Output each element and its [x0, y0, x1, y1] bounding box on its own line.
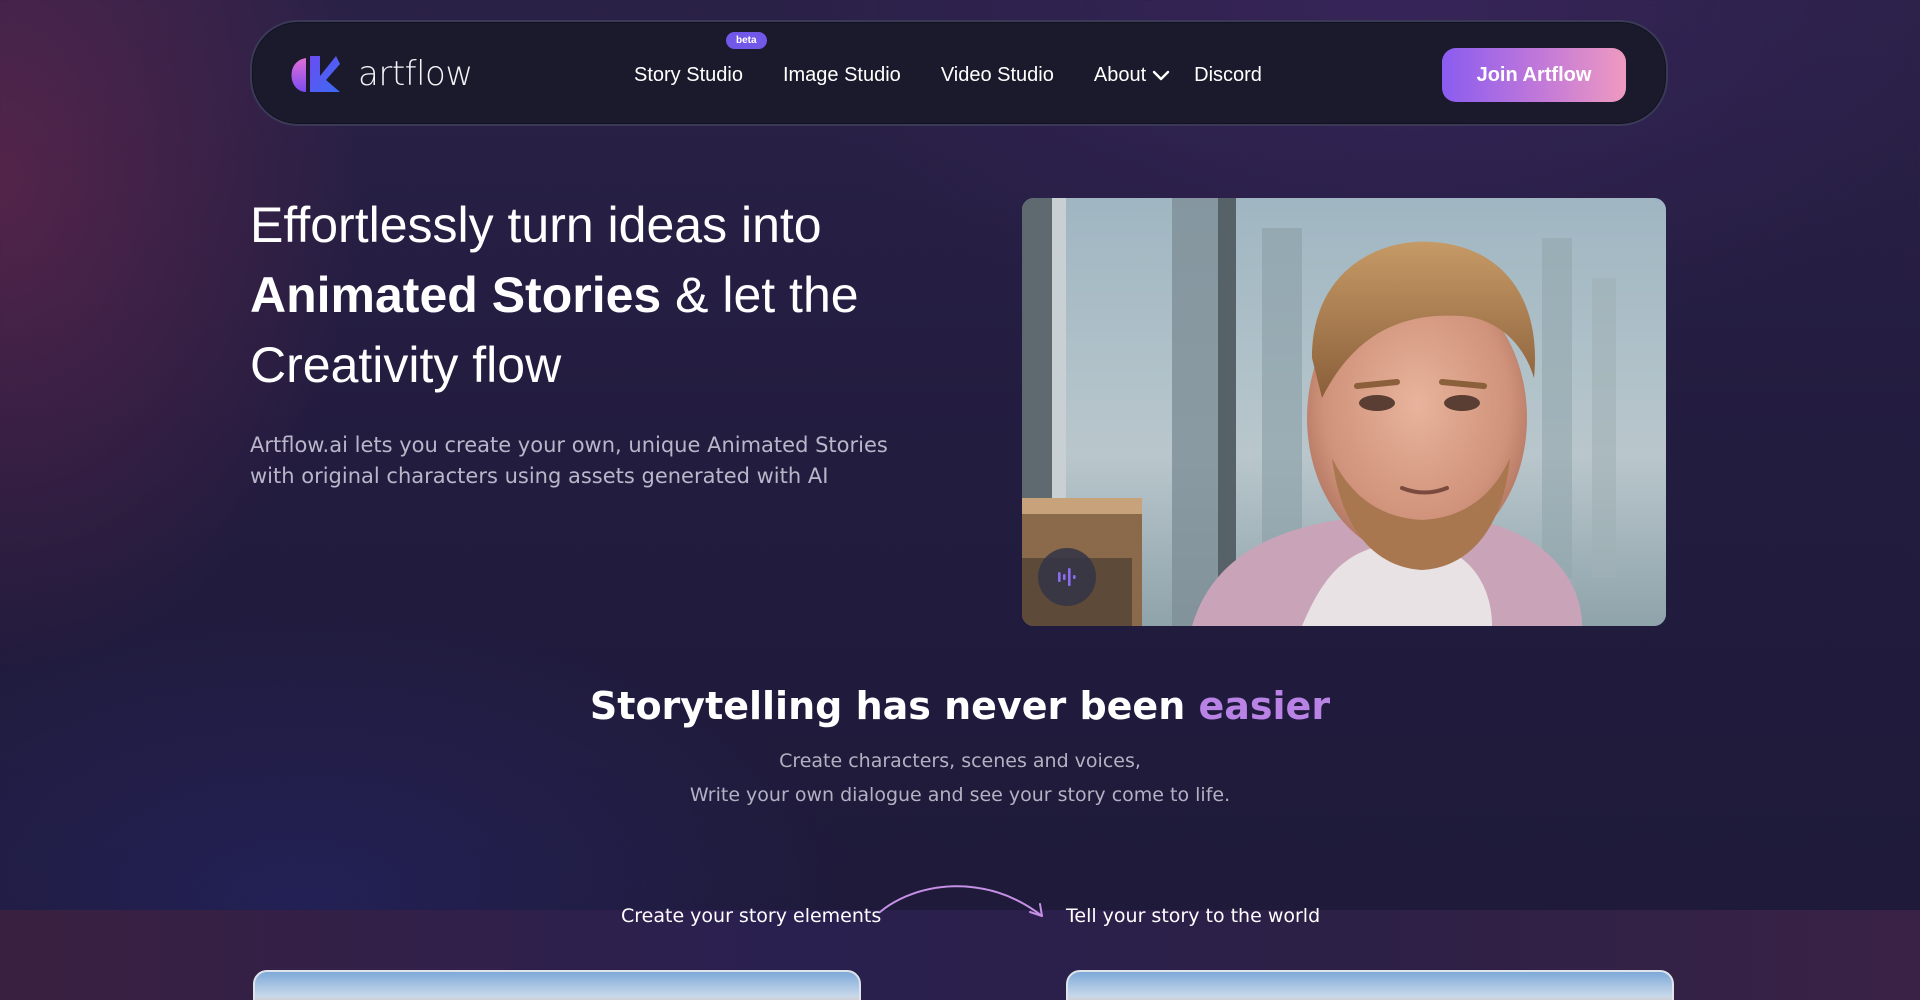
chevron-down-icon [1152, 64, 1170, 87]
section-heading-main: Storytelling has never been [589, 684, 1199, 728]
nav-links: Story Studio beta Image Studio Video Stu… [634, 22, 1302, 128]
nav-item-label: Discord [1194, 63, 1262, 86]
audio-toggle-button[interactable] [1038, 548, 1096, 606]
beta-badge: beta [726, 31, 767, 49]
section-line-1: Create characters, scenes and voices, [779, 750, 1141, 772]
nav-item-about[interactable]: About [1094, 64, 1170, 87]
brand-name: artflow [358, 54, 473, 94]
top-navbar: artflow Story Studio beta Image Studio V… [250, 20, 1668, 126]
tell-story-thumbnail[interactable] [1066, 970, 1674, 1000]
nav-item-story-studio[interactable]: Story Studio beta [634, 31, 767, 87]
section-heading: Storytelling has never been easier [0, 684, 1920, 728]
story-elements-thumbnail[interactable] [253, 970, 861, 1000]
hero-title-line3: Creativity flow [250, 337, 562, 393]
hero-title-line1: Effortlessly turn ideas into [250, 197, 822, 253]
nav-item-image-studio[interactable]: Image Studio [783, 64, 901, 87]
brand-logo[interactable]: artflow [290, 54, 473, 94]
hero-subtitle-line1: Artflow.ai lets you create your own, uni… [250, 433, 888, 457]
video-frame-illustration [1022, 198, 1666, 626]
nav-item-label: Image Studio [782, 63, 901, 86]
hero-subtitle-line2: with original characters using assets ge… [250, 464, 829, 488]
join-artflow-button[interactable]: Join Artflow [1442, 48, 1626, 102]
hero-title-line2-rest: & let the [661, 267, 859, 323]
hero-subtitle: Artflow.ai lets you create your own, uni… [250, 430, 890, 492]
audio-wave-icon [1055, 565, 1079, 589]
section-heading-accent: easier [1198, 684, 1331, 728]
step-left-label: Create your story elements [621, 905, 882, 927]
section-line-2: Write your own dialogue and see your sto… [689, 784, 1231, 806]
hero-video[interactable] [1022, 198, 1666, 626]
artflow-logo-icon [290, 54, 342, 94]
hero-title-bold: Animated Stories [250, 267, 662, 323]
nav-item-video-studio[interactable]: Video Studio [941, 64, 1054, 87]
nav-item-discord[interactable]: Discord [1194, 64, 1262, 87]
curved-arrow-icon [876, 876, 1052, 931]
hero-title: Effortlessly turn ideas into Animated St… [250, 190, 950, 400]
step-right-label: Tell your story to the world [1066, 905, 1321, 927]
nav-item-label: Video Studio [940, 63, 1054, 86]
nav-item-label: About [1093, 63, 1147, 86]
nav-item-label: Story Studio [634, 63, 743, 86]
